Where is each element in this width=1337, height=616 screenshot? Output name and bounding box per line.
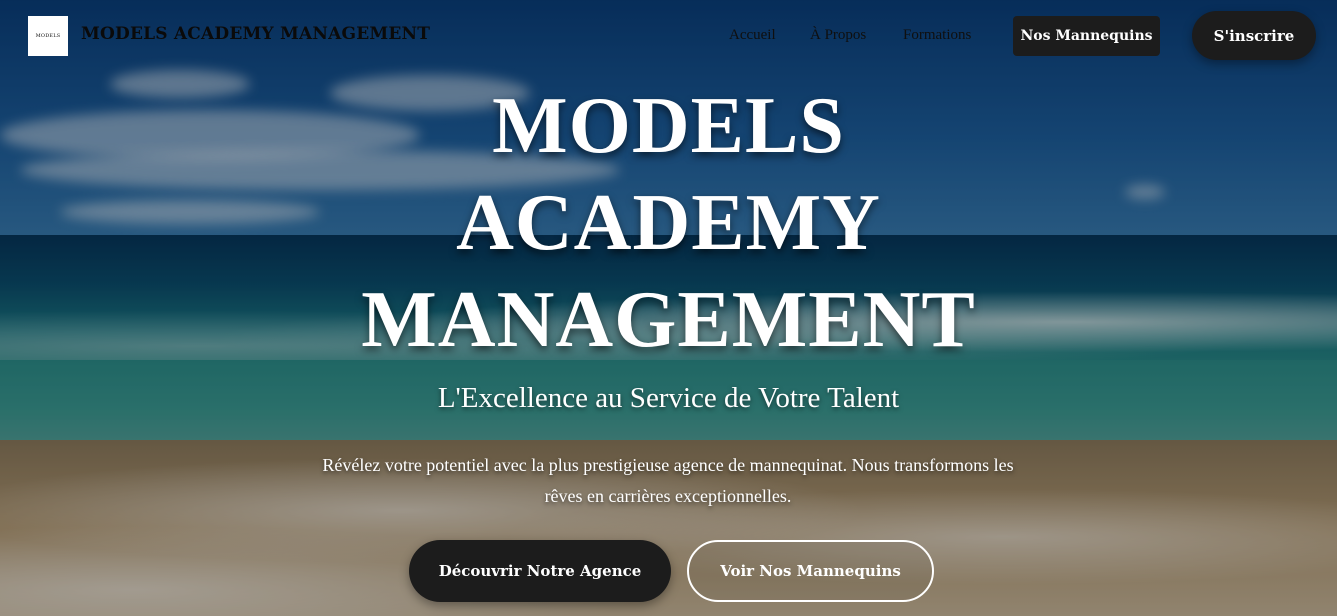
nav-link-formations[interactable]: Formations [903, 27, 971, 44]
nav-link-a-propos[interactable]: À Propos [810, 27, 866, 44]
hero-title: MODELS ACADEMY MANAGEMENT [0, 78, 1337, 369]
hero-title-line: ACADEMY [456, 179, 881, 267]
site-header: MODELS MODELS ACADEMY MANAGEMENT Accueil… [0, 0, 1337, 72]
brand-name[interactable]: MODELS ACADEMY MANAGEMENT [81, 24, 430, 44]
nav-link-accueil[interactable]: Accueil [729, 27, 776, 44]
discover-agency-button[interactable]: Découvrir Notre Agence [409, 540, 671, 602]
view-models-button[interactable]: Voir Nos Mannequins [687, 540, 934, 602]
hero-description: Révélez votre potentiel avec la plus pre… [322, 455, 1014, 506]
logo[interactable]: MODELS [28, 16, 68, 56]
logo-text: MODELS [35, 33, 61, 39]
hero-title-line: MANAGEMENT [361, 276, 976, 364]
nos-mannequins-button[interactable]: Nos Mannequins [1013, 16, 1160, 56]
hero-title-line: MODELS [492, 82, 845, 170]
hero-subtitle: L'Excellence au Service de Votre Talent [437, 382, 900, 414]
signup-button[interactable]: S'inscrire [1192, 11, 1316, 60]
